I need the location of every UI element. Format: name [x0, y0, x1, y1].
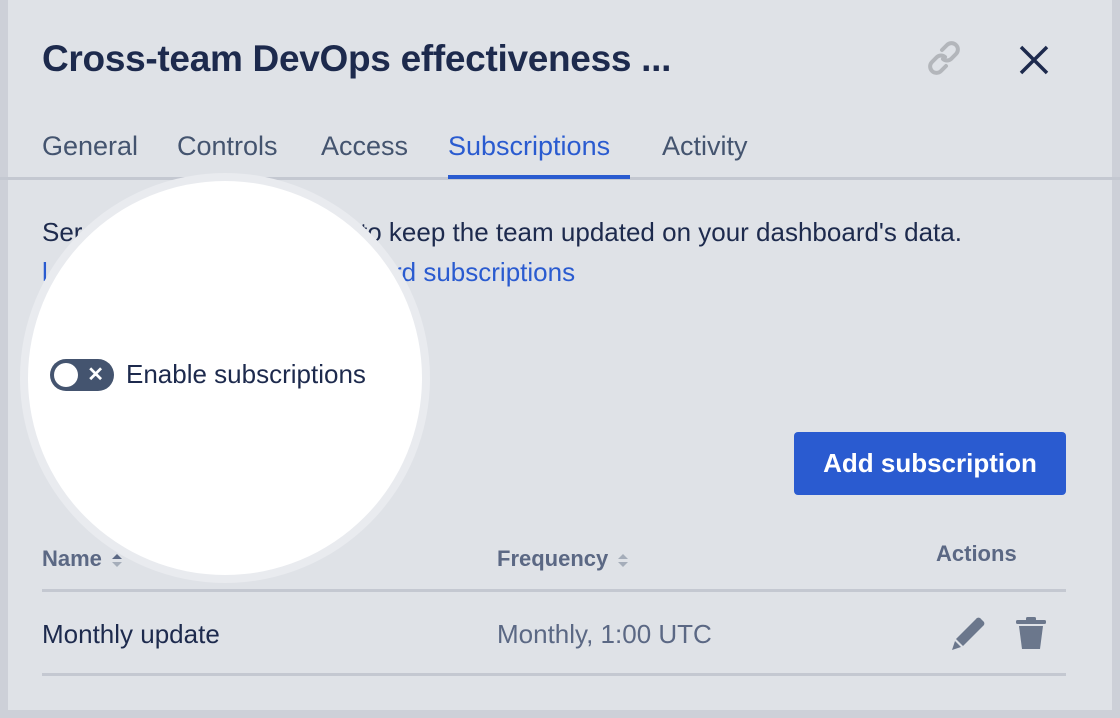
- edit-subscription-button[interactable]: [950, 616, 986, 657]
- column-name-label: Name: [42, 546, 102, 571]
- toggle-off-x-icon: ✕: [87, 364, 104, 386]
- column-frequency-label: Frequency: [497, 546, 609, 571]
- subscription-name: Monthly update: [42, 619, 220, 649]
- sort-icon: [618, 554, 629, 568]
- table-header-divider: [42, 589, 1066, 592]
- description-text-end: to keep the team updated on your dashboa…: [360, 217, 962, 247]
- column-header-name[interactable]: Name: [42, 546, 123, 572]
- delete-subscription-button[interactable]: [1014, 616, 1048, 657]
- column-header-frequency[interactable]: Frequency: [497, 546, 629, 572]
- tab-controls[interactable]: Controls: [177, 131, 278, 162]
- tab-subscriptions[interactable]: Subscriptions: [448, 131, 610, 162]
- add-subscription-button[interactable]: Add subscription: [794, 432, 1066, 495]
- tab-access[interactable]: Access: [321, 131, 408, 162]
- active-tab-indicator: [448, 175, 630, 179]
- copy-link-button[interactable]: [924, 40, 964, 81]
- enable-subscriptions-label: Enable subscriptions: [126, 359, 366, 389]
- close-icon: [1019, 45, 1049, 75]
- dialog-title: Cross-team DevOps effectiveness ...: [42, 38, 672, 79]
- learn-more-link-end[interactable]: rd subscriptions: [393, 257, 575, 288]
- close-button[interactable]: [1016, 42, 1052, 83]
- link-icon: [928, 41, 960, 75]
- pencil-icon: [952, 617, 985, 650]
- table-row-divider: [42, 673, 1066, 676]
- tab-activity[interactable]: Activity: [662, 131, 748, 162]
- dashboard-settings-dialog: Cross-team DevOps effectiveness ... Gene…: [0, 0, 1120, 710]
- tab-general[interactable]: General: [42, 131, 138, 162]
- sort-icon: [112, 554, 123, 568]
- trash-icon: [1016, 617, 1046, 649]
- subscription-frequency: Monthly, 1:00 UTC: [497, 619, 712, 649]
- column-header-actions: Actions: [936, 541, 1017, 566]
- enable-subscriptions-toggle[interactable]: ✕: [50, 359, 114, 391]
- toggle-knob: [54, 363, 78, 387]
